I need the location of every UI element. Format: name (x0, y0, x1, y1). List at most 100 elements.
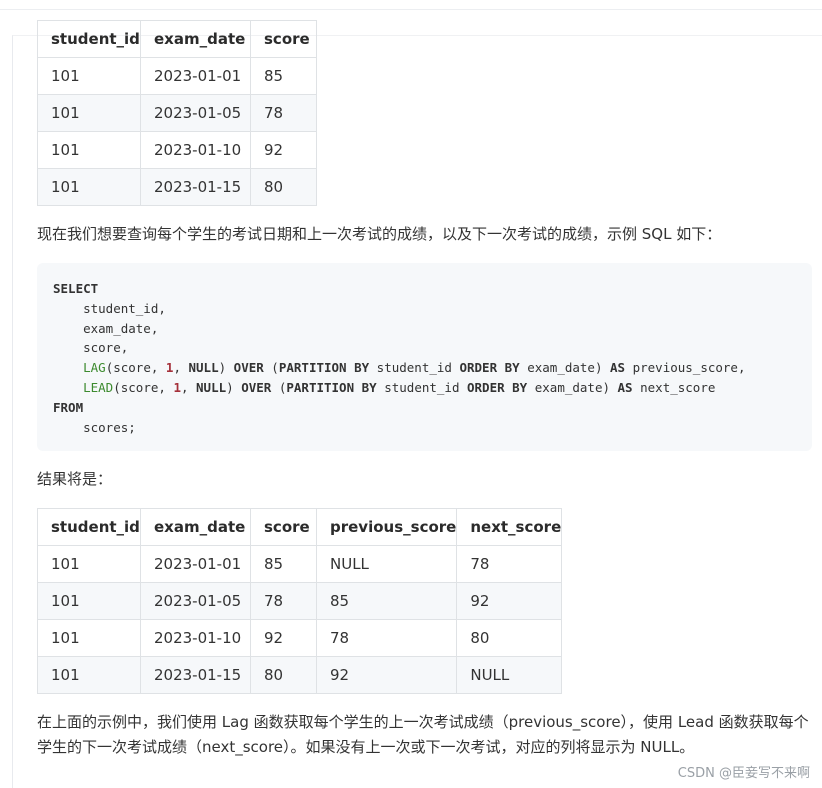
sql-code-block[interactable]: SELECT student_id, exam_date, score, LAG… (37, 263, 812, 451)
table-header-cell: score (250, 508, 317, 546)
table-cell: 78 (456, 545, 563, 583)
code-line: LAG(score, 1, NULL) OVER (PARTITION BY s… (53, 358, 812, 378)
table-cell: 85 (315, 582, 458, 620)
sql-keyword: PARTITION BY (278, 360, 370, 376)
table-cell: NULL (456, 656, 563, 694)
table-cell: 101 (37, 656, 141, 694)
table-row: 101 2023-01-15 80 92 NULL (37, 656, 563, 694)
code-token: exam_date, (53, 320, 159, 336)
table-cell: 101 (37, 545, 141, 583)
table-cell: 2023-01-10 (140, 619, 251, 657)
code-line: scores; (53, 418, 812, 438)
sql-function: LAG (83, 360, 106, 376)
table-cell: 2023-01-05 (140, 94, 251, 132)
code-token: exam_date) (527, 379, 618, 395)
sql-keyword: ORDER BY (459, 360, 520, 376)
table-cell: 101 (37, 131, 141, 169)
code-token: (score, (105, 360, 166, 376)
result-label: 结果将是： (37, 470, 113, 488)
table-row: 101 2023-01-05 78 (37, 94, 317, 132)
table-header-row: student_id exam_date score (37, 20, 317, 58)
table-cell: 85 (250, 57, 317, 95)
table-row: 101 2023-01-15 80 (37, 168, 317, 206)
table-cell: 2023-01-01 (140, 57, 251, 95)
code-token: student_id (369, 360, 460, 376)
code-token: student_id (376, 379, 467, 395)
table-row: 101 2023-01-05 78 85 92 (37, 582, 563, 620)
code-line: LEAD(score, 1, NULL) OVER (PARTITION BY … (53, 378, 812, 398)
table-cell: 92 (456, 582, 563, 620)
code-line: student_id, (53, 299, 812, 319)
table-cell: 2023-01-15 (140, 656, 251, 694)
explanation-paragraph: 在上面的示例中，我们使用 Lag 函数获取每个学生的上一次考试成绩（previo… (37, 713, 809, 756)
table-cell: 85 (250, 545, 317, 583)
table-cell: 92 (250, 619, 317, 657)
intro-paragraph: 现在我们想要查询每个学生的考试日期和上一次考试的成绩，以及下一次考试的成绩，示例… (37, 225, 722, 243)
table-cell: 2023-01-05 (140, 582, 251, 620)
sql-function: LEAD (83, 379, 114, 395)
table-cell: 2023-01-10 (140, 131, 251, 169)
code-token: score, (53, 340, 129, 356)
code-token: student_id, (53, 300, 166, 316)
sql-keyword: AS (617, 379, 633, 395)
code-token: ) (218, 360, 234, 376)
table-cell: 101 (37, 94, 141, 132)
sql-keyword: AS (610, 360, 626, 376)
scores-table: student_id exam_date score 101 2023-01-0… (37, 20, 317, 206)
table-cell: 101 (37, 582, 141, 620)
table-header-cell: previous_score (315, 508, 458, 546)
sql-code: SELECT student_id, exam_date, score, LAG… (37, 263, 812, 437)
table-cell: 92 (250, 131, 317, 169)
table-row: 101 2023-01-01 85 (37, 57, 317, 95)
code-token: (score, (113, 379, 174, 395)
table-header-cell: exam_date (140, 20, 251, 58)
sql-keyword: OVER (241, 379, 272, 395)
table-cell: 2023-01-01 (140, 545, 251, 583)
code-token: next_score (632, 379, 716, 395)
table-cell: NULL (315, 545, 458, 583)
table-cell: 92 (315, 656, 458, 694)
table-cell: 2023-01-15 (140, 168, 251, 206)
table-header-cell: student_id (37, 20, 141, 58)
table-cell: 78 (250, 582, 317, 620)
table-cell: 78 (315, 619, 458, 657)
code-token: previous_score, (625, 360, 746, 376)
sql-keyword: SELECT (53, 281, 99, 296)
code-line: exam_date, (53, 319, 812, 339)
code-token: scores; (53, 419, 136, 435)
code-token: , (173, 360, 189, 376)
table-cell: 78 (250, 94, 317, 132)
code-line: FROM (53, 398, 812, 418)
table-cell: 101 (37, 57, 141, 95)
sql-keyword: PARTITION BY (286, 379, 377, 395)
code-token: ) (226, 379, 242, 395)
table-cell: 80 (250, 656, 317, 694)
code-line: score, (53, 338, 812, 358)
table-cell: 101 (37, 619, 141, 657)
table-row: 101 2023-01-10 92 (37, 131, 317, 169)
code-token: ( (271, 379, 287, 395)
sql-keyword: ORDER BY (467, 379, 528, 395)
table-cell: 80 (250, 168, 317, 206)
sql-keyword: FROM (53, 399, 84, 415)
table-header-cell: next_score (456, 508, 563, 546)
code-line: SELECT (53, 279, 812, 299)
table-header-cell: exam_date (140, 508, 251, 546)
table-header-cell: score (250, 20, 317, 58)
table-row: 101 2023-01-01 85 NULL 78 (37, 545, 563, 583)
result-table: student_id exam_date score previous_scor… (37, 508, 563, 694)
csdn-watermark: CSDN @臣妾写不来啊 (677, 766, 810, 781)
table-header-cell: student_id (37, 508, 141, 546)
sql-keyword: NULL (188, 360, 219, 376)
table-cell: 80 (456, 619, 563, 657)
table-cell: 101 (37, 168, 141, 206)
sql-number: 1 (173, 379, 181, 395)
sql-keyword: NULL (196, 379, 227, 395)
table-header-row: student_id exam_date score previous_scor… (37, 508, 563, 546)
code-token: , (180, 379, 197, 395)
table-row: 101 2023-01-10 92 78 80 (37, 619, 563, 657)
sql-keyword: OVER (233, 360, 264, 376)
top-bar (0, 0, 822, 10)
